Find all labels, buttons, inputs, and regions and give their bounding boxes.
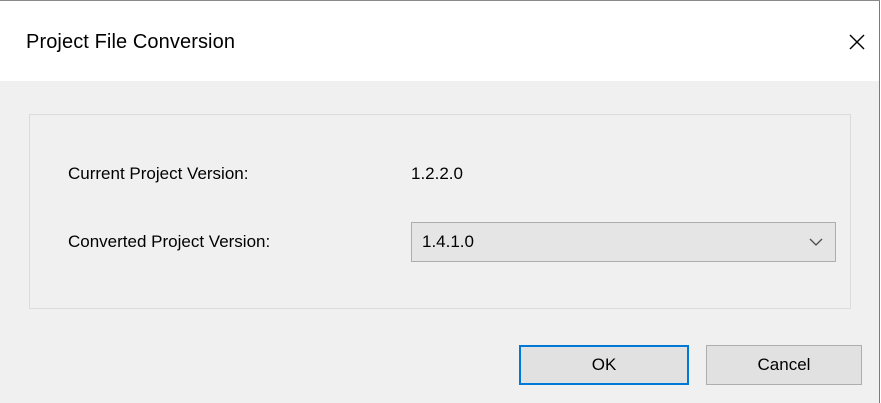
ok-button[interactable]: OK bbox=[519, 345, 689, 385]
current-version-label: Current Project Version: bbox=[68, 164, 249, 183]
ok-button-label: OK bbox=[591, 355, 617, 374]
close-button[interactable] bbox=[840, 25, 874, 59]
dialog-title: Project File Conversion bbox=[26, 31, 236, 53]
current-version-value: 1.2.2.0 bbox=[411, 164, 463, 183]
converted-version-selected-value: 1.4.1.0 bbox=[422, 232, 474, 251]
project-file-conversion-dialog: Project File Conversion Current Project … bbox=[0, 0, 880, 403]
version-group-panel bbox=[29, 114, 851, 309]
converted-version-label: Converted Project Version: bbox=[68, 232, 271, 251]
cancel-button[interactable]: Cancel bbox=[706, 345, 862, 385]
converted-version-dropdown[interactable]: 1.4.1.0 bbox=[411, 222, 836, 262]
close-icon bbox=[849, 34, 865, 50]
chevron-down-icon bbox=[809, 238, 823, 246]
title-bar: Project File Conversion bbox=[0, 1, 879, 81]
cancel-button-label: Cancel bbox=[757, 355, 811, 374]
